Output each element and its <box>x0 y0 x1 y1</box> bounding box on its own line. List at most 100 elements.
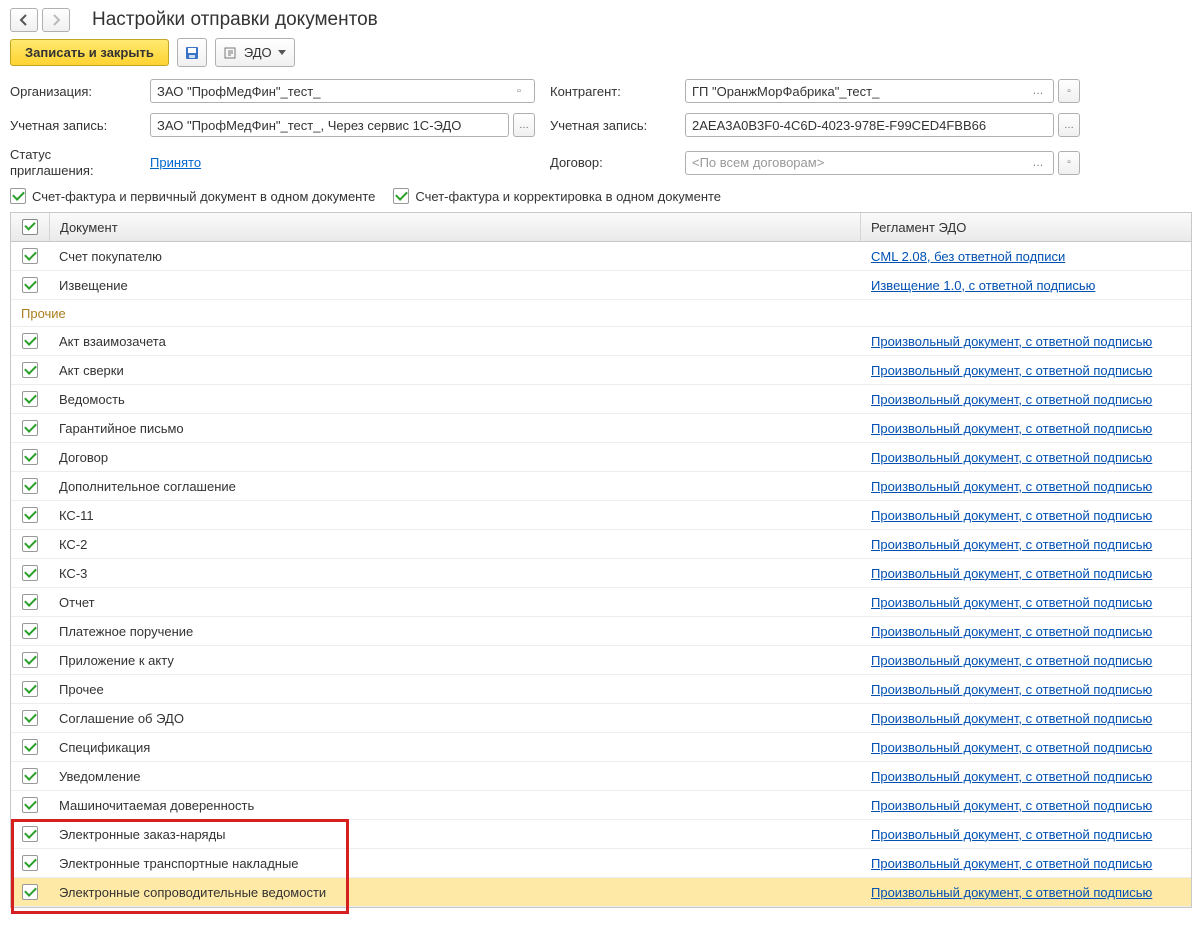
row-doc-cell: Спецификация <box>49 733 861 761</box>
row-checkbox[interactable] <box>22 652 38 668</box>
open-icon[interactable]: ▫ <box>510 83 528 99</box>
row-checkbox[interactable] <box>22 768 38 784</box>
row-doc-cell: Соглашение об ЭДО <box>49 704 861 732</box>
more-icon[interactable]: … <box>1029 83 1047 99</box>
reglament-link[interactable]: Извещение 1.0, с ответной подписью <box>871 278 1095 293</box>
contract-field[interactable]: <По всем договорам>… <box>685 151 1054 175</box>
row-checkbox[interactable] <box>22 333 38 349</box>
account-field[interactable]: ЗАО "ПрофМедФин"_тест_, Через сервис 1С-… <box>150 113 509 137</box>
table-row[interactable]: КС-2Произвольный документ, с ответной по… <box>11 530 1191 559</box>
row-checkbox[interactable] <box>22 623 38 639</box>
row-checkbox[interactable] <box>22 884 38 900</box>
row-checkbox[interactable] <box>22 826 38 842</box>
table-row[interactable]: Спецификация Произвольный документ, с отв… <box>11 733 1191 762</box>
row-checkbox[interactable] <box>22 449 38 465</box>
table-row[interactable]: Прочее Произвольный документ, с ответной … <box>11 675 1191 704</box>
reglament-link[interactable]: Произвольный документ, с ответной подпис… <box>871 450 1152 465</box>
checkbox-icon <box>10 188 26 204</box>
row-doc-cell: Счет покупателю <box>49 242 861 270</box>
org-field[interactable]: ЗАО "ПрофМедФин"_тест_▫ <box>150 79 535 103</box>
table-row[interactable]: Электронные сопроводительные ведомостиПр… <box>11 878 1191 907</box>
reglament-link[interactable]: Произвольный документ, с ответной подпис… <box>871 711 1152 726</box>
table-row[interactable]: Электронные транспортные накладныеПроизв… <box>11 849 1191 878</box>
table-row[interactable]: Акт сверкиПроизвольный документ, с ответ… <box>11 356 1191 385</box>
reglament-link[interactable]: Произвольный документ, с ответной подпис… <box>871 392 1152 407</box>
account2-field[interactable]: 2AEA3A0B3F0-4C6D-4023-978E-F99CED4FBB66 <box>685 113 1054 137</box>
org-label: Организация: <box>10 84 135 99</box>
contract-open-button[interactable]: ▫ <box>1058 151 1080 175</box>
save-close-button[interactable]: Записать и закрыть <box>10 39 169 66</box>
reglament-link[interactable]: Произвольный документ, с ответной подпис… <box>871 624 1152 639</box>
reglament-link[interactable]: Произвольный документ, с ответной подпис… <box>871 769 1152 784</box>
row-doc-cell: Прочее <box>49 675 861 703</box>
check-invoice-correction[interactable]: Счет-фактура и корректировка в одном док… <box>393 188 721 204</box>
edo-dropdown[interactable]: ЭДО <box>215 38 295 67</box>
table-row[interactable]: ОтчетПроизвольный документ, с ответной п… <box>11 588 1191 617</box>
table-row[interactable]: УведомлениеПроизвольный документ, с отве… <box>11 762 1191 791</box>
table-row[interactable]: Приложение к актуПроизвольный документ, … <box>11 646 1191 675</box>
reglament-link[interactable]: Произвольный документ, с ответной подпис… <box>871 682 1152 697</box>
reglament-link[interactable]: Произвольный документ, с ответной подпис… <box>871 595 1152 610</box>
table-row[interactable]: ИзвещениеИзвещение 1.0, с ответной подпи… <box>11 271 1191 300</box>
reglament-link[interactable]: Произвольный документ, с ответной подпис… <box>871 827 1152 842</box>
reglament-link[interactable]: Произвольный документ, с ответной подпис… <box>871 537 1152 552</box>
table-row[interactable]: Электронные заказ-нарядыПроизвольный док… <box>11 820 1191 849</box>
table-row[interactable]: Гарантийное письмоПроизвольный документ,… <box>11 414 1191 443</box>
reglament-link[interactable]: Произвольный документ, с ответной подпис… <box>871 479 1152 494</box>
table-row[interactable]: Соглашение об ЭДО Произвольный документ, … <box>11 704 1191 733</box>
row-checkbox[interactable] <box>22 362 38 378</box>
status-link[interactable]: Принято <box>150 155 201 170</box>
reglament-link[interactable]: Произвольный документ, с ответной подпис… <box>871 566 1152 581</box>
row-checkbox[interactable] <box>22 739 38 755</box>
check-invoice-primary[interactable]: Счет-фактура и первичный документ в одно… <box>10 188 375 204</box>
reglament-link[interactable]: Произвольный документ, с ответной подпис… <box>871 740 1152 755</box>
reglament-link[interactable]: CML 2.08, без ответной подписи <box>871 249 1065 264</box>
row-checkbox[interactable] <box>22 277 38 293</box>
table-row[interactable]: Счет покупателю CML 2.08, без ответной по… <box>11 242 1191 271</box>
edo-icon <box>224 46 238 60</box>
counterparty-open-button[interactable]: ▫ <box>1058 79 1080 103</box>
table-row[interactable]: Акт взаимозачетаПроизвольный документ, с… <box>11 327 1191 356</box>
row-checkbox[interactable] <box>22 507 38 523</box>
more-icon[interactable]: … <box>1029 155 1047 171</box>
save-button[interactable] <box>177 38 207 67</box>
account2-more-button[interactable]: … <box>1058 113 1080 137</box>
reglament-link[interactable]: Произвольный документ, с ответной подпис… <box>871 363 1152 378</box>
row-checkbox[interactable] <box>22 855 38 871</box>
reglament-link[interactable]: Произвольный документ, с ответной подпис… <box>871 421 1152 436</box>
group-other: Прочие <box>11 300 1191 327</box>
table-row[interactable]: Дополнительное соглашениеПроизвольный до… <box>11 472 1191 501</box>
table-row[interactable]: КС-3Произвольный документ, с ответной по… <box>11 559 1191 588</box>
header-checkbox[interactable] <box>22 219 38 235</box>
table-row[interactable]: Машиночитаемая доверенность Произвольный … <box>11 791 1191 820</box>
reglament-link[interactable]: Произвольный документ, с ответной подпис… <box>871 508 1152 523</box>
row-checkbox[interactable] <box>22 478 38 494</box>
row-checkbox[interactable] <box>22 420 38 436</box>
row-checkbox[interactable] <box>22 536 38 552</box>
row-checkbox[interactable] <box>22 710 38 726</box>
row-doc-cell: Машиночитаемая доверенность <box>49 791 861 819</box>
row-checkbox[interactable] <box>22 565 38 581</box>
reglament-link[interactable]: Произвольный документ, с ответной подпис… <box>871 334 1152 349</box>
table-row[interactable]: КС-11Произвольный документ, с ответной п… <box>11 501 1191 530</box>
counterparty-field[interactable]: ГП "ОранжМорФабрика"_тест_… <box>685 79 1054 103</box>
table-row[interactable]: ДоговорПроизвольный документ, с ответной… <box>11 443 1191 472</box>
row-checkbox[interactable] <box>22 391 38 407</box>
reglament-link[interactable]: Произвольный документ, с ответной подпис… <box>871 885 1152 900</box>
row-checkbox[interactable] <box>22 681 38 697</box>
table-row[interactable]: ВедомостьПроизвольный документ, с ответн… <box>11 385 1191 414</box>
col-doc-header[interactable]: Документ <box>50 213 861 241</box>
reglament-link[interactable]: Произвольный документ, с ответной подпис… <box>871 653 1152 668</box>
reglament-link[interactable]: Произвольный документ, с ответной подпис… <box>871 798 1152 813</box>
row-checkbox[interactable] <box>22 248 38 264</box>
col-reg-header[interactable]: Регламент ЭДО <box>861 213 1191 241</box>
row-checkbox[interactable] <box>22 594 38 610</box>
nav-forward-button[interactable] <box>42 8 70 32</box>
nav-back-button[interactable] <box>10 8 38 32</box>
row-checkbox[interactable] <box>22 797 38 813</box>
reglament-link[interactable]: Произвольный документ, с ответной подпис… <box>871 856 1152 871</box>
counterparty-label: Контрагент: <box>550 84 670 99</box>
table-row[interactable]: Платежное поручениеПроизвольный документ… <box>11 617 1191 646</box>
account-more-button[interactable]: … <box>513 113 535 137</box>
grid-header: Документ Регламент ЭДО <box>11 213 1191 242</box>
